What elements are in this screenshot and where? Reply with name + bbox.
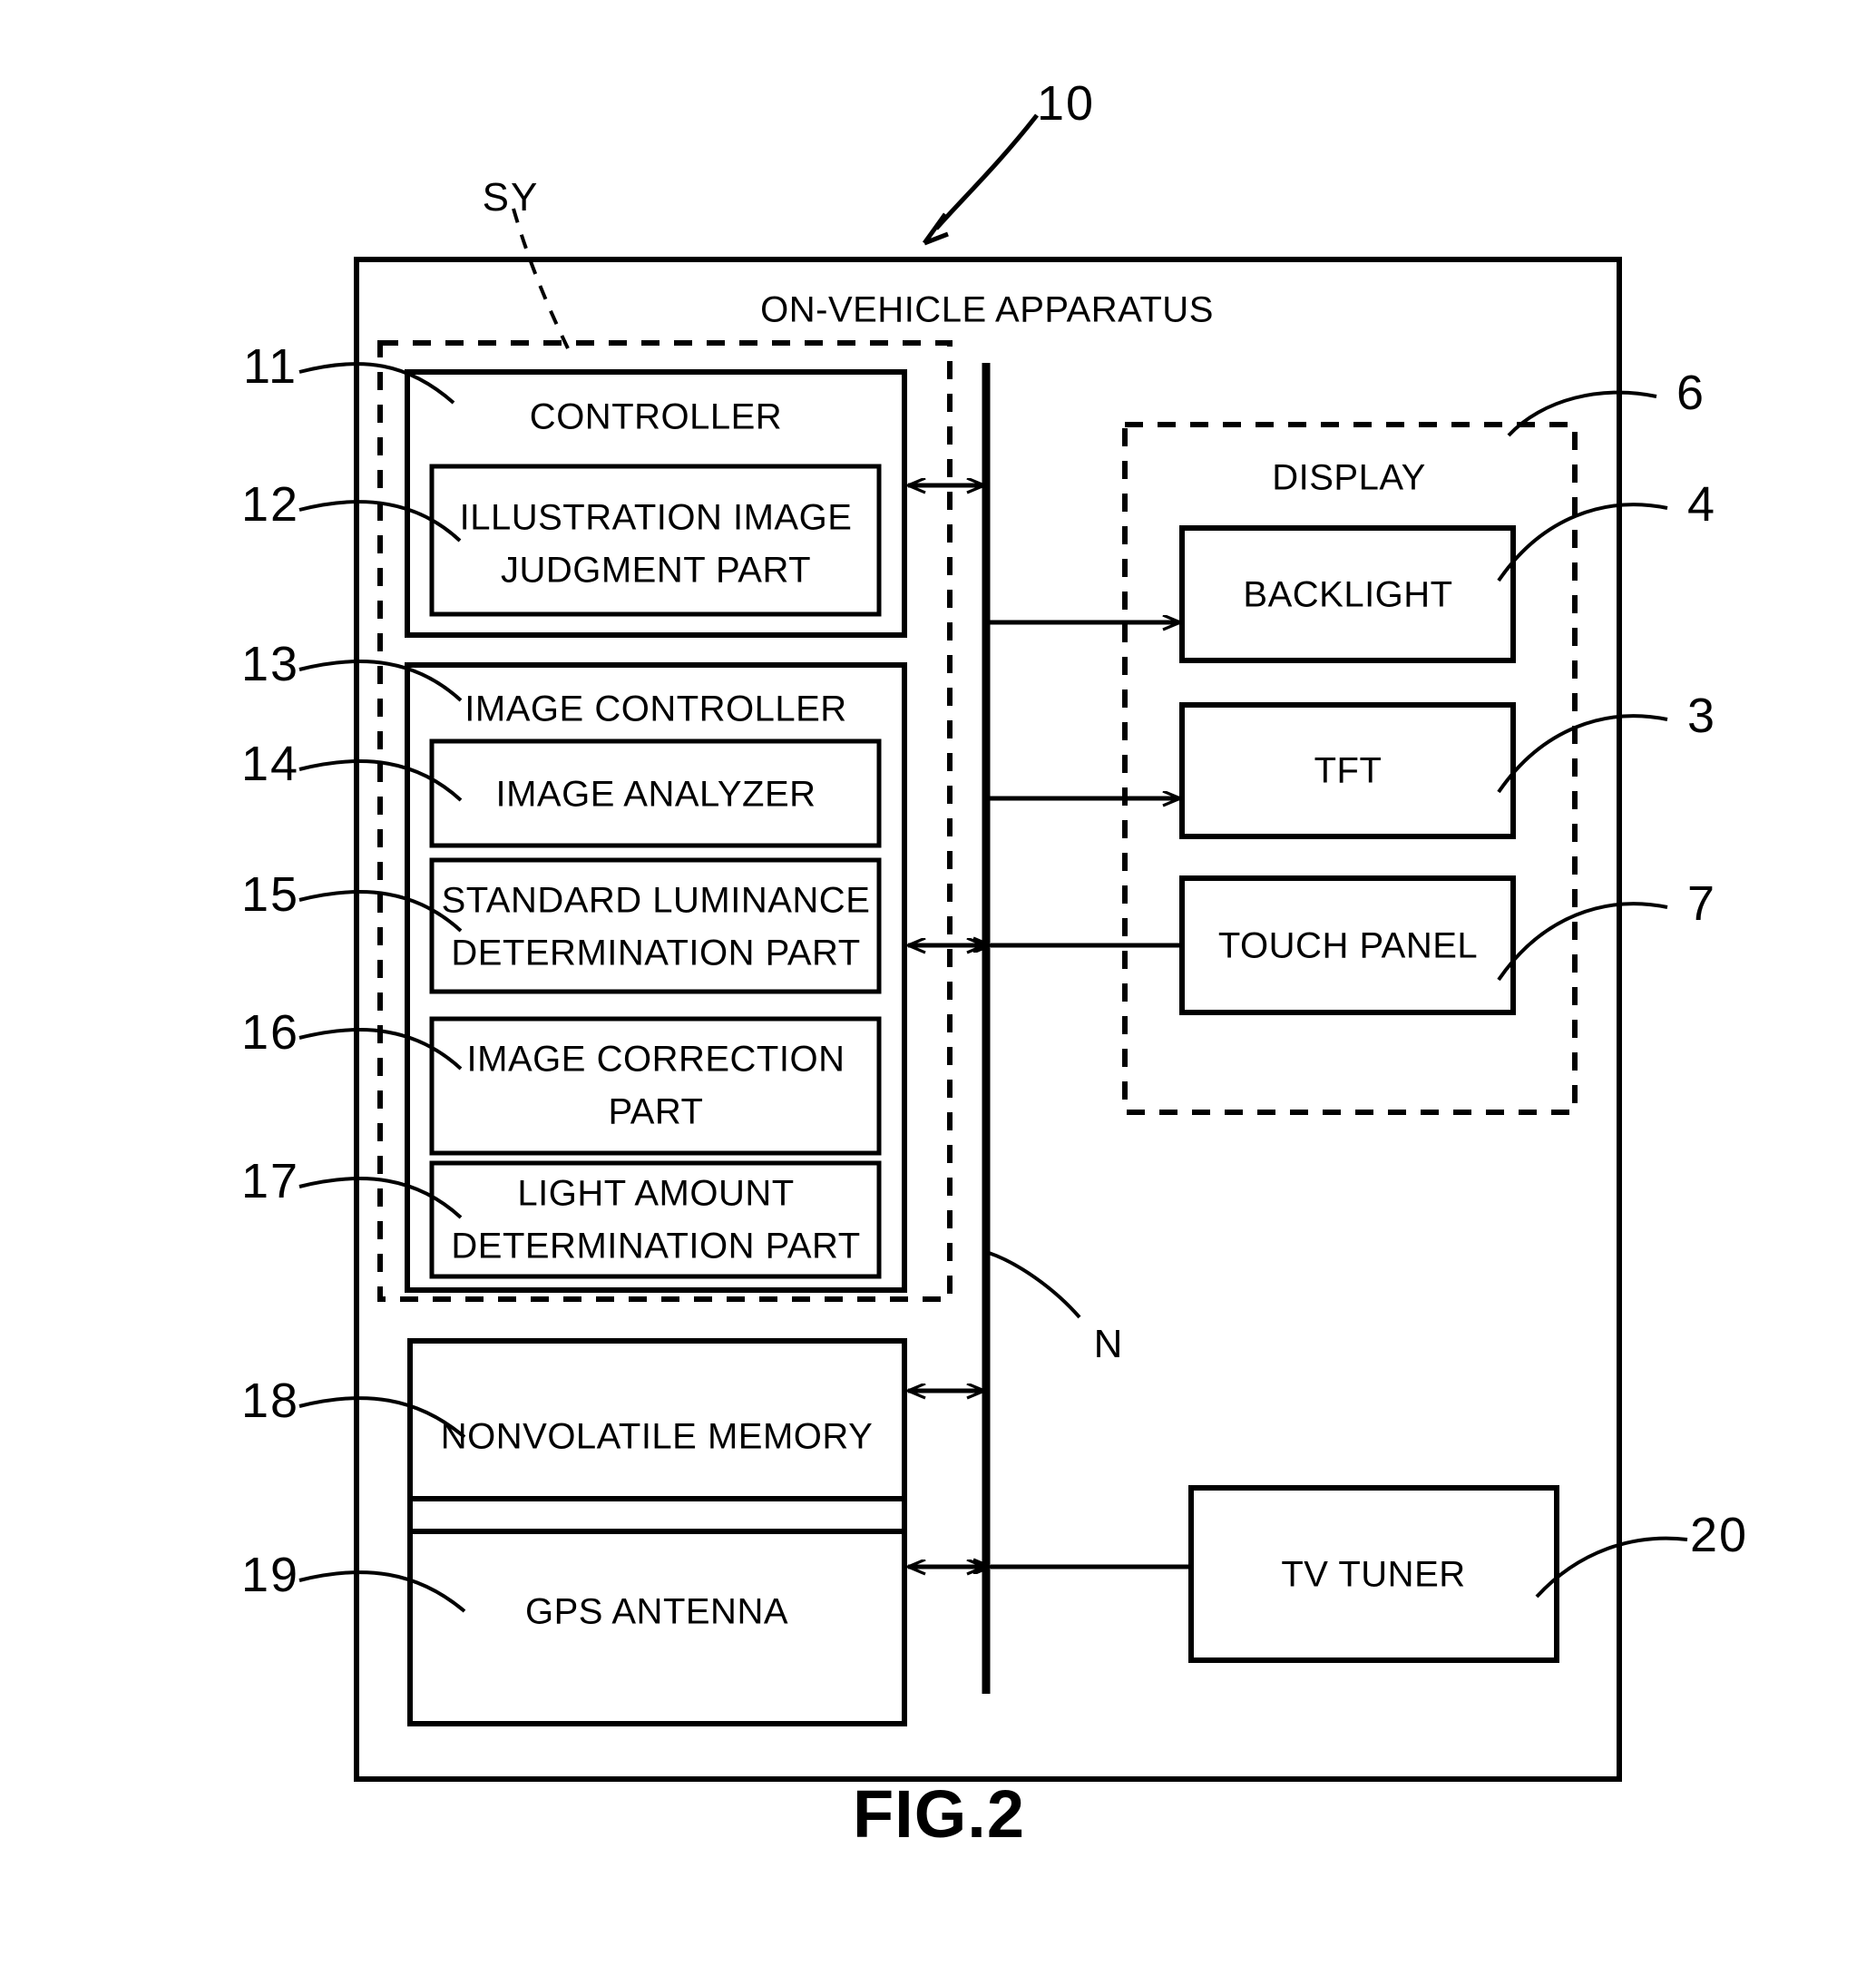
figure-canvas: 10 SY N ON-VEHICLE APPARATUS CONTROLLER … xyxy=(0,0,1876,1985)
ref-13: 13 xyxy=(240,637,300,692)
image-controller-title: IMAGE CONTROLLER xyxy=(464,689,847,729)
tft-label: TFT xyxy=(1314,750,1383,791)
ref-4: 4 xyxy=(1686,477,1717,533)
controller-title: CONTROLLER xyxy=(529,396,783,437)
illustration-judgment-line2: JUDGMENT PART xyxy=(500,550,812,591)
ref-14: 14 xyxy=(240,737,300,792)
figure-caption: FIG.2 xyxy=(852,1775,1026,1852)
ref-18: 18 xyxy=(240,1374,300,1429)
ref-6: 6 xyxy=(1676,366,1706,421)
ref-3: 3 xyxy=(1686,689,1717,744)
standard-luminance-line1: STANDARD LUMINANCE xyxy=(441,880,871,921)
sy-system-dashed-box xyxy=(377,340,953,1302)
leader-4 xyxy=(1497,503,1668,582)
gps-antenna-label: GPS ANTENNA xyxy=(524,1591,789,1632)
standard-luminance-line2: DETERMINATION PART xyxy=(451,933,861,973)
apparatus-leader-arrowhead xyxy=(922,212,949,246)
ref-12: 12 xyxy=(240,477,300,533)
sy-leader-line xyxy=(512,208,570,349)
leader-7 xyxy=(1497,902,1668,982)
image-correction-line1: IMAGE CORRECTION xyxy=(466,1039,845,1080)
light-amount-line1: LIGHT AMOUNT xyxy=(517,1173,795,1214)
network-leader-line xyxy=(988,1251,1081,1319)
ref-10: 10 xyxy=(1036,76,1096,132)
backlight-label: BACKLIGHT xyxy=(1243,574,1453,615)
apparatus-leader-curve xyxy=(934,113,1039,230)
apparatus-title: ON-VEHICLE APPARATUS xyxy=(760,289,1214,330)
ref-19: 19 xyxy=(240,1548,300,1603)
leader-3 xyxy=(1497,714,1668,794)
touch-panel-label: TOUCH PANEL xyxy=(1217,925,1479,966)
light-amount-line2: DETERMINATION PART xyxy=(451,1226,861,1266)
network-label: N xyxy=(1093,1322,1124,1367)
ref-17: 17 xyxy=(240,1154,300,1209)
leader-18 xyxy=(298,1396,466,1439)
ref-11: 11 xyxy=(242,339,298,395)
leader-19 xyxy=(298,1570,466,1613)
ref-16: 16 xyxy=(240,1005,300,1061)
ref-20: 20 xyxy=(1689,1508,1749,1563)
display-title: DISPLAY xyxy=(1272,457,1426,498)
image-correction-line2: PART xyxy=(608,1091,704,1132)
ref-15: 15 xyxy=(240,867,300,923)
nonvolatile-memory-label: NONVOLATILE MEMORY xyxy=(440,1416,874,1457)
tv-tuner-label: TV TUNER xyxy=(1281,1554,1466,1595)
sy-label: SY xyxy=(482,175,540,220)
ref-7: 7 xyxy=(1686,876,1717,932)
illustration-judgment-line1: ILLUSTRATION IMAGE xyxy=(459,497,853,538)
image-analyzer-label: IMAGE ANALYZER xyxy=(495,774,816,815)
leader-6 xyxy=(1507,390,1657,437)
